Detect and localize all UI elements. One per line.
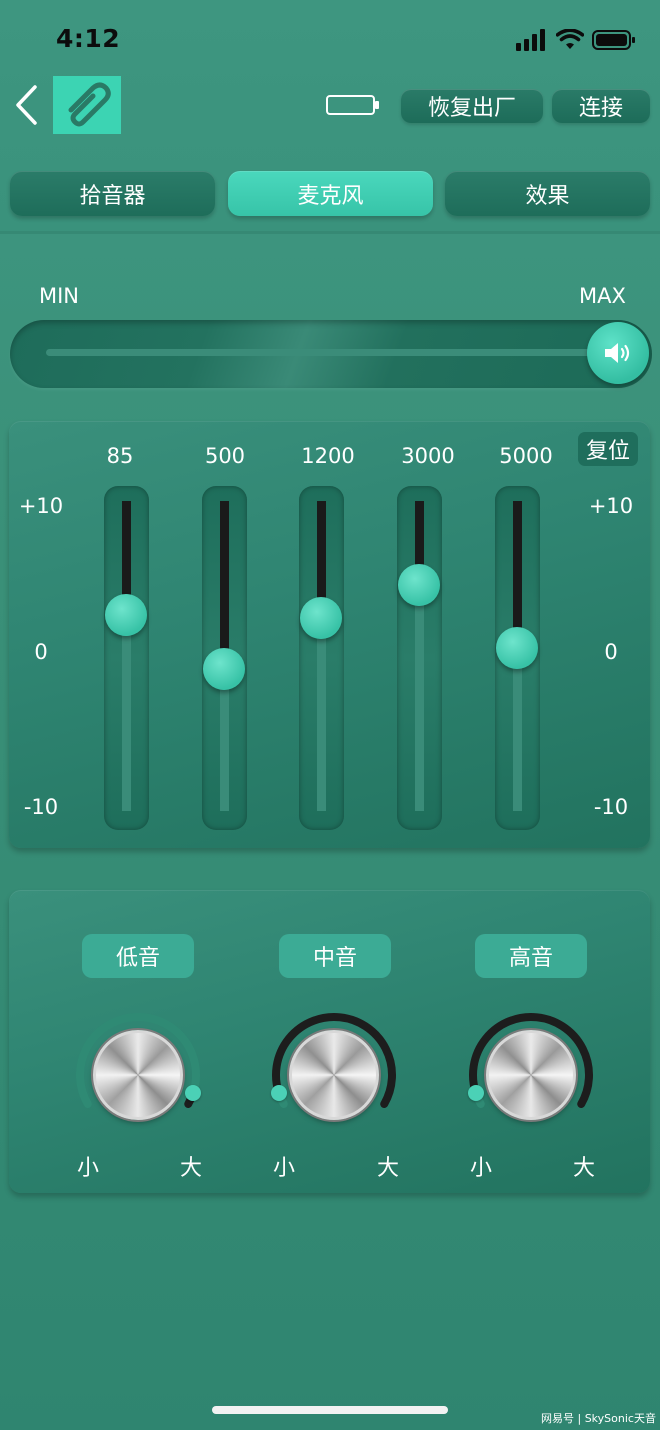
- tone-knob-3[interactable]: [486, 1030, 576, 1120]
- eq-slider-knob[interactable]: [398, 564, 440, 606]
- eq-slider-fill: [220, 501, 229, 669]
- speaker-icon: [605, 343, 630, 363]
- eq-slider-knob[interactable]: [203, 648, 245, 690]
- device-battery-icon: [326, 95, 379, 115]
- treble-max-label: 大: [573, 1156, 596, 1181]
- eq-band-freq-label: 5000: [499, 444, 553, 468]
- eq-slider-knob[interactable]: [105, 594, 147, 636]
- eq-slider-knob[interactable]: [300, 597, 342, 639]
- battery-icon: [592, 30, 635, 50]
- home-indicator[interactable]: [212, 1406, 448, 1414]
- tab-microphone[interactable]: 麦克风: [228, 171, 433, 216]
- tab-effects[interactable]: 效果: [445, 171, 650, 216]
- restore-factory-button[interactable]: 恢复出厂: [401, 89, 543, 123]
- mid-min-label: 小: [273, 1156, 296, 1181]
- eq-slider-fill: [513, 501, 522, 648]
- mid-label: 中音: [279, 934, 391, 978]
- eq-band-freq-label: 500: [204, 444, 246, 468]
- scale-label-bottom-left: -10: [23, 795, 59, 819]
- treble-min-label: 小: [470, 1156, 493, 1181]
- connect-button[interactable]: 连接: [552, 89, 650, 123]
- eq-band-freq-label: 85: [106, 444, 134, 468]
- bass-label: 低音: [82, 934, 194, 978]
- chevron-left-icon: [16, 85, 37, 125]
- app-logo: [53, 76, 121, 134]
- knob-indicator-dot: [270, 1084, 287, 1101]
- mid-max-label: 大: [377, 1156, 400, 1181]
- wifi-icon: [556, 29, 584, 49]
- treble-label: 高音: [475, 934, 587, 978]
- eq-band-freq-label: 1200: [301, 444, 355, 468]
- knob-indicator-dot: [185, 1084, 202, 1101]
- status-icons: [516, 27, 636, 53]
- reset-button[interactable]: 复位: [578, 432, 638, 466]
- paperclip-logo-icon: [68, 82, 111, 127]
- knob-indicator-dot: [467, 1084, 484, 1101]
- volume-slider-track: [46, 349, 606, 356]
- volume-slider-knob[interactable]: [587, 322, 649, 384]
- volume-min-label: MIN: [39, 284, 80, 308]
- scale-label-mid-right: 0: [604, 640, 618, 664]
- scale-label-top-left: +10: [18, 494, 64, 518]
- back-button[interactable]: [8, 80, 44, 130]
- scale-label-bottom-right: -10: [593, 795, 629, 819]
- tone-knob-1[interactable]: [93, 1030, 183, 1120]
- scale-label-top-right: +10: [588, 494, 634, 518]
- status-time: 4:12: [56, 24, 121, 53]
- tab-pickup[interactable]: 拾音器: [10, 171, 215, 216]
- tone-knob-2[interactable]: [289, 1030, 379, 1120]
- eq-slider-knob[interactable]: [496, 627, 538, 669]
- bass-min-label: 小: [77, 1156, 100, 1181]
- scale-label-mid-left: 0: [34, 640, 48, 664]
- watermark: 网易号 | SkySonic天音: [541, 1412, 656, 1425]
- cellular-signal-icon: [516, 29, 545, 51]
- bass-max-label: 大: [180, 1156, 203, 1181]
- eq-band-freq-label: 3000: [401, 444, 455, 468]
- volume-max-label: MAX: [579, 284, 626, 308]
